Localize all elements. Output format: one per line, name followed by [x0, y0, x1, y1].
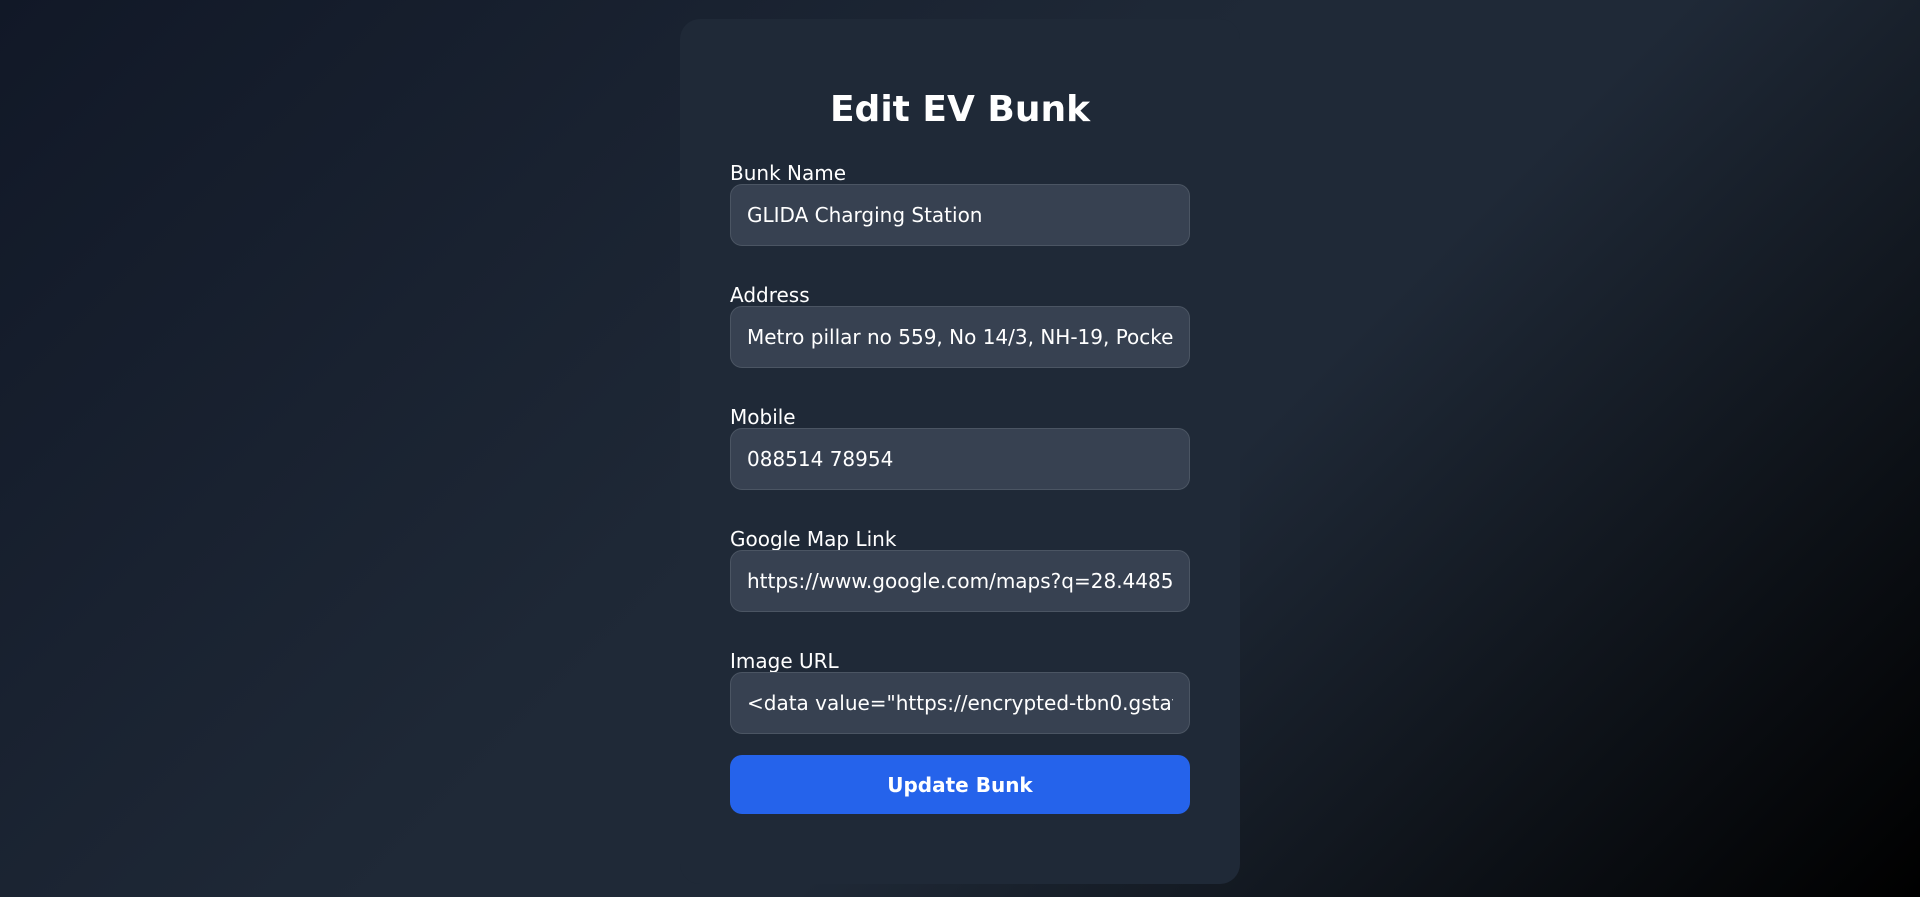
- image-url-label: Image URL: [730, 649, 839, 673]
- address-label: Address: [730, 283, 810, 307]
- bunk-name-label: Bunk Name: [730, 161, 847, 185]
- mobile-label: Mobile: [730, 405, 796, 429]
- image-url-input[interactable]: [730, 672, 1190, 734]
- mobile-input[interactable]: [730, 428, 1190, 490]
- google-map-link-label: Google Map Link: [730, 527, 897, 551]
- edit-bunk-card: Edit EV Bunk Bunk Name Address Mobile Go…: [680, 19, 1240, 884]
- page-title: Edit EV Bunk: [829, 89, 1091, 130]
- update-bunk-button[interactable]: Update Bunk: [730, 755, 1190, 814]
- google-map-link-input[interactable]: [730, 550, 1190, 612]
- bunk-name-input[interactable]: [730, 184, 1190, 246]
- address-input[interactable]: [730, 306, 1190, 368]
